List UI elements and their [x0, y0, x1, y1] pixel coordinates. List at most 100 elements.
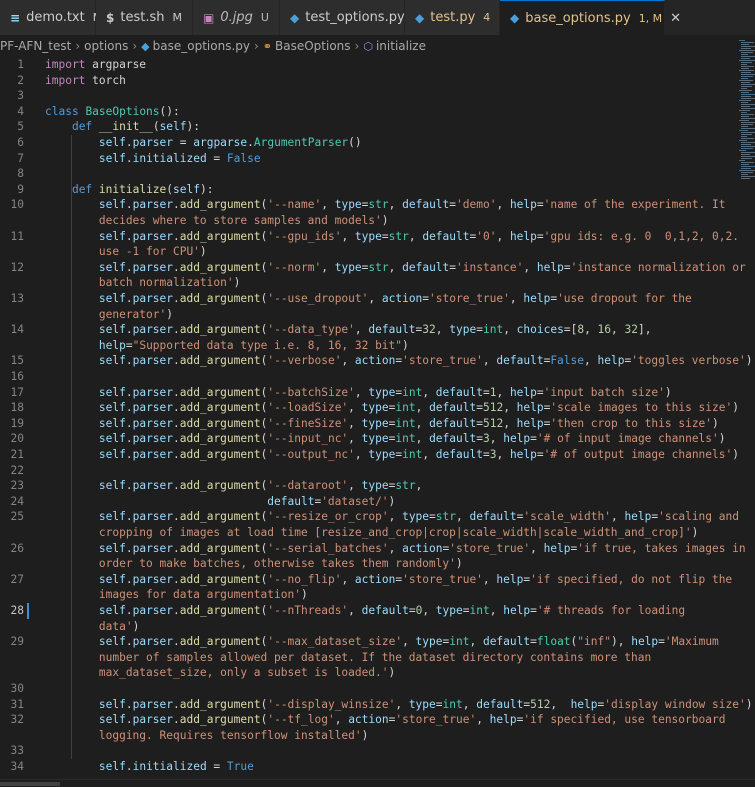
code-line[interactable]: 31 self.parser.add_argument('--display_w…	[0, 697, 753, 713]
code-token: parser	[132, 448, 174, 461]
code-line[interactable]: 13 self.parser.add_argument('--use_dropo…	[0, 291, 735, 307]
code-line[interactable]: use -1 for CPU')	[0, 244, 735, 260]
code-line[interactable]: generator')	[0, 307, 735, 323]
code-line[interactable]: 4 class BaseOptions():	[0, 104, 735, 120]
code-token: 512	[530, 697, 551, 711]
code-line[interactable]: max_dataset_size, only a subset is loade…	[0, 665, 735, 681]
breadcrumb-item[interactable]: BaseOptions	[275, 39, 351, 53]
code-line[interactable]: cropping of images at load time [resize_…	[0, 525, 735, 541]
breadcrumb-item[interactable]: PF-AFN_test	[0, 39, 71, 53]
tab-demo-txt[interactable]: ≡demo.txtM	[0, 0, 102, 35]
code-line[interactable]: 23 self.parser.add_argument('--dataroot'…	[0, 478, 735, 494]
line-number: 12	[10, 260, 24, 274]
code-token: 'store_true'	[395, 713, 477, 727]
code-line[interactable]: data')	[0, 619, 735, 635]
code-line[interactable]: 24 default='dataset/')	[0, 494, 735, 510]
code-token: )	[718, 432, 726, 446]
code-token: False	[226, 151, 261, 165]
code-line[interactable]: 34 self.initialized = True	[0, 759, 735, 775]
code-line[interactable]: 11 self.parser.add_argument('--gpu_ids',…	[0, 229, 739, 245]
code-line[interactable]: 17 self.parser.add_argument('--batchSize…	[0, 385, 735, 401]
code-text: self.parser = argparse.ArgumentParser()	[45, 135, 362, 151]
code-line[interactable]: 2 import torch	[0, 73, 735, 89]
code-token: )	[745, 354, 753, 368]
code-token: default	[469, 510, 517, 524]
code-line[interactable]: order to make batches, otherwise takes t…	[0, 556, 735, 572]
code-line[interactable]: 10 self.parser.add_argument('--name', ty…	[0, 197, 735, 213]
code-text: cropping of images at load time [resize_…	[45, 525, 698, 541]
tab-0-jpg[interactable]: ▣ 0.jpg U	[193, 0, 280, 35]
line-number: 10	[10, 198, 24, 212]
code-line[interactable]: help="Supported data type i.e. 8, 16, 32…	[0, 338, 735, 354]
code-token: .	[125, 432, 133, 446]
code-line[interactable]: 22	[0, 463, 735, 479]
code-token: add_argument	[179, 260, 261, 274]
code-token: 'use dropout for the	[557, 292, 692, 305]
code-token: ,	[509, 292, 524, 305]
tab-base_options-py[interactable]: ◆ base_options.py 1, M ✕	[500, 0, 681, 35]
code-line[interactable]: 26 self.parser.add_argument('--serial_ba…	[0, 541, 746, 557]
code-line[interactable]: decides where to store samples and model…	[0, 213, 735, 229]
code-token: self	[98, 760, 126, 773]
code-token: ,	[408, 229, 423, 243]
code-line[interactable]: 12 self.parser.add_argument('--norm', ty…	[0, 260, 746, 276]
code-token: str	[395, 479, 416, 493]
code-line[interactable]: 30	[0, 681, 735, 697]
code-line[interactable]: 32 self.parser.add_argument('--tf_log', …	[0, 712, 735, 728]
code-token: ,	[321, 198, 335, 212]
code-line[interactable]: 28 self.parser.add_argument('--nThreads'…	[0, 603, 735, 619]
code-token: ,	[503, 401, 517, 415]
code-line[interactable]: 7 self.initialized = False	[0, 151, 735, 167]
code-line[interactable]: 14 self.parser.add_argument('--data_type…	[0, 322, 735, 338]
code-line[interactable]: 20 self.parser.add_argument('--input_nc'…	[0, 431, 735, 447]
tab-test_options-py[interactable]: ◆ test_options.py	[280, 0, 405, 35]
code-line[interactable]: 18 self.parser.add_argument('--loadSize'…	[0, 400, 739, 416]
code-line[interactable]: 8	[0, 166, 735, 182]
tab-test-py[interactable]: ◆ test.py 4	[405, 0, 500, 35]
line-number: 14	[10, 323, 24, 337]
code-line[interactable]: 33	[0, 743, 735, 759]
breadcrumb-item[interactable]: options	[84, 39, 128, 53]
code-line[interactable]: logging. Requires tensorflow installed')	[0, 728, 735, 744]
code-line[interactable]: 27 self.parser.add_argument('--no_flip',…	[0, 572, 735, 588]
code-line[interactable]: 19 self.parser.add_argument('--fineSize'…	[0, 416, 735, 432]
code-token: def	[71, 120, 93, 134]
line-number: 31	[10, 697, 24, 711]
code-line[interactable]: images for data argumentation')	[0, 587, 735, 603]
close-icon[interactable]: ✕	[670, 11, 681, 26]
code-token: (	[152, 120, 160, 134]
code-token: .	[173, 510, 180, 524]
code-line[interactable]: 1 import argparse	[0, 57, 735, 73]
minimap-line	[741, 164, 749, 165]
code-line[interactable]: 9 def initialize(self):	[0, 182, 735, 198]
code-line[interactable]: number of samples allowed per dataset. I…	[0, 650, 735, 666]
breadcrumb-item[interactable]: initialize	[376, 39, 426, 53]
code-line[interactable]: 5 def __init__(self):	[0, 119, 735, 135]
code-token: order to make batches, otherwise takes t…	[45, 557, 456, 571]
code-line[interactable]: 15 self.parser.add_argument('--verbose',…	[0, 353, 753, 369]
minimap[interactable]	[735, 40, 755, 190]
minimap-line	[739, 110, 750, 111]
code-token: 32	[422, 323, 436, 337]
code-line[interactable]: 6 self.parser = argparse.ArgumentParser(…	[0, 135, 735, 151]
minimap-line	[741, 48, 751, 49]
code-editor[interactable]: 1 import argparse 2 import torch 3 4 class Bas…	[0, 57, 755, 779]
code-line[interactable]: 3	[0, 88, 735, 104]
code-token: self	[159, 120, 187, 134]
code-token: action	[354, 572, 396, 586]
minimap-line	[741, 64, 747, 65]
code-line[interactable]: 25 self.parser.add_argument('--resize_or…	[0, 509, 739, 525]
minimap-line	[739, 50, 755, 51]
code-line[interactable]: batch normalization')	[0, 275, 735, 291]
breadcrumb-item[interactable]: base_options.py	[153, 39, 250, 53]
code-line[interactable]: 21 self.parser.add_argument('--output_nc…	[0, 447, 739, 463]
code-line[interactable]: 29 self.parser.add_argument('--max_datas…	[0, 634, 735, 650]
code-token: .	[125, 713, 133, 727]
tab-test-sh[interactable]: $ test.sh M	[96, 0, 193, 35]
line-number: 2	[17, 73, 24, 87]
code-token: self	[98, 229, 126, 243]
code-line[interactable]: 16	[0, 369, 735, 385]
code-token: str	[388, 229, 409, 243]
scrollbar-thumb[interactable]	[0, 782, 60, 786]
